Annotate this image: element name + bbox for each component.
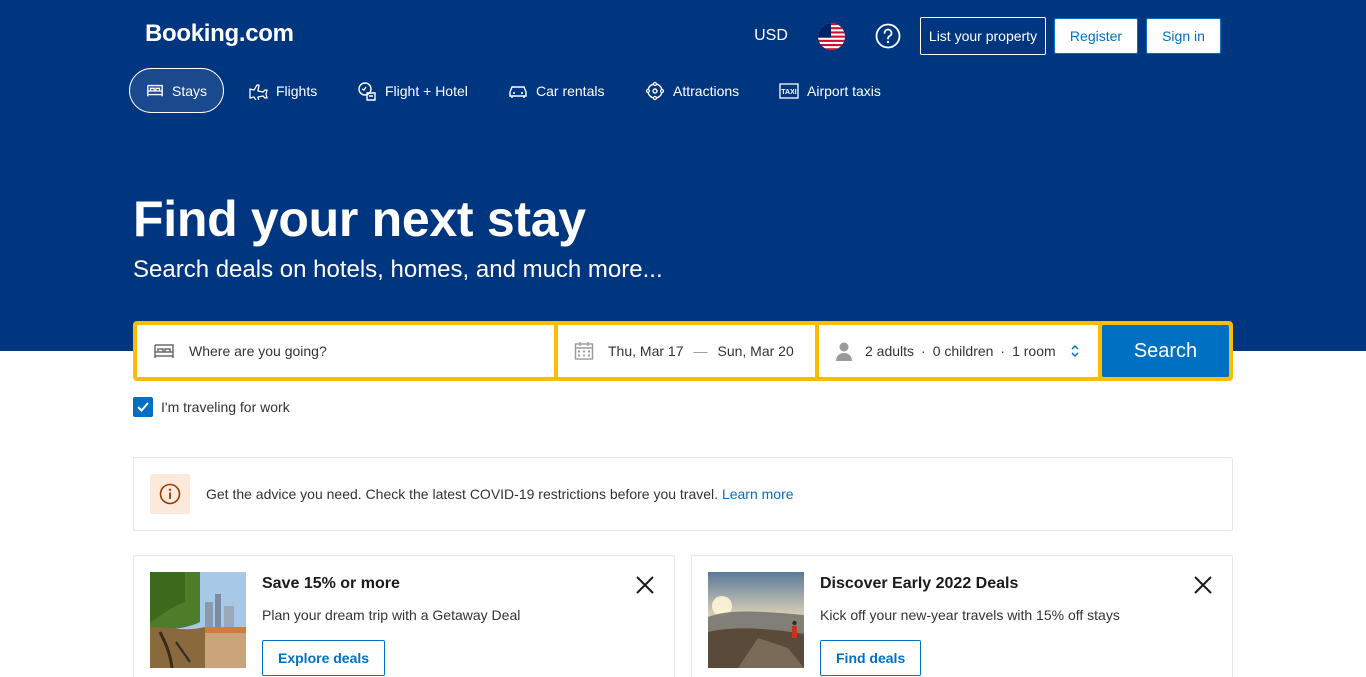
tab-stays-label: Stays — [171, 82, 207, 99]
tab-car-rentals[interactable]: Car rentals — [492, 68, 620, 113]
covid-message: Get the advice you need. Check the lates… — [206, 486, 719, 502]
deal-title: Save 15% or more — [262, 575, 400, 592]
bed-icon — [154, 344, 174, 358]
explore-deals-button[interactable]: Explore deals — [262, 640, 386, 676]
deal-card: Discover Early 2022 Deals Kick off your … — [691, 555, 1233, 677]
deal-image-park — [150, 572, 246, 668]
car-icon — [509, 85, 527, 98]
destination-input[interactable]: Where are you going? — [137, 325, 554, 377]
adults-count: 2 adults — [865, 343, 915, 359]
checkin-date: Thu, Mar 17 — [608, 343, 684, 359]
chevron-updown-icon — [1071, 344, 1079, 358]
close-icon[interactable] — [1192, 574, 1214, 596]
deal-description: Kick off your new-year travels with 15% … — [820, 607, 1120, 623]
covid-notice: Get the advice you need. Check the lates… — [133, 457, 1233, 531]
guests-separator: · — [921, 343, 926, 359]
checkmark-icon — [137, 402, 149, 412]
booking-logo[interactable]: Booking.com — [145, 20, 294, 48]
date-separator: — — [693, 343, 708, 359]
us-flag-icon[interactable] — [818, 23, 845, 50]
deal-description: Plan your dream trip with a Getaway Deal — [262, 607, 521, 623]
guests-selector[interactable]: 2 adults · 0 children · 1 room — [819, 325, 1098, 377]
tab-attractions[interactable]: Attractions — [629, 68, 755, 113]
sign-in-button[interactable]: Sign in — [1146, 18, 1221, 54]
tab-flights[interactable]: Flights — [232, 68, 333, 113]
work-travel-option[interactable]: I'm traveling for work — [133, 397, 290, 417]
bed-icon — [147, 84, 163, 96]
close-icon[interactable] — [634, 574, 656, 596]
destination-placeholder: Where are you going? — [189, 343, 327, 359]
tab-car-rentals-label: Car rentals — [536, 82, 605, 99]
currency-selector[interactable]: USD — [745, 18, 797, 54]
tab-airport-taxis-label: Airport taxis — [807, 82, 881, 99]
work-travel-checkbox[interactable] — [133, 397, 153, 417]
tab-flight-hotel-label: Flight + Hotel — [385, 82, 468, 99]
tab-stays[interactable]: Stays — [129, 68, 224, 113]
taxi-icon: TAXI — [779, 82, 799, 99]
plane-icon — [249, 83, 268, 100]
page-subtitle: Search deals on hotels, homes, and much … — [133, 256, 663, 283]
deal-image-mountain — [708, 572, 804, 668]
flight-hotel-icon — [358, 81, 376, 101]
page-title: Find your next stay — [133, 191, 586, 247]
person-icon — [836, 342, 852, 361]
list-property-button[interactable]: List your property — [920, 17, 1046, 55]
tab-flights-label: Flights — [276, 82, 318, 99]
calendar-icon — [574, 342, 594, 360]
deal-card: Save 15% or more Plan your dream trip wi… — [133, 555, 675, 677]
guests-separator: · — [1000, 343, 1006, 359]
find-deals-button[interactable]: Find deals — [820, 640, 922, 676]
tab-attractions-label: Attractions — [673, 82, 740, 99]
work-travel-label: I'm traveling for work — [161, 399, 290, 415]
date-picker[interactable]: Thu, Mar 17 — Sun, Mar 20 — [558, 325, 815, 377]
checkout-date: Sun, Mar 20 — [717, 343, 794, 359]
rooms-count: 1 room — [1012, 343, 1056, 359]
tab-airport-taxis[interactable]: TAXI Airport taxis — [763, 68, 897, 113]
attractions-icon — [645, 81, 665, 100]
children-count: 0 children — [932, 343, 994, 359]
learn-more-link[interactable]: Learn more — [722, 486, 794, 502]
svg-text:TAXI: TAXI — [781, 89, 796, 96]
deal-title: Discover Early 2022 Deals — [820, 575, 1019, 592]
question-circle-icon[interactable] — [874, 22, 902, 50]
search-bar: Where are you going? Thu, Mar 17 — Sun, … — [133, 321, 1233, 381]
tab-flight-hotel[interactable]: Flight + Hotel — [341, 68, 484, 113]
register-button[interactable]: Register — [1054, 18, 1138, 54]
search-button[interactable]: Search — [1102, 325, 1229, 377]
info-icon — [150, 474, 190, 514]
